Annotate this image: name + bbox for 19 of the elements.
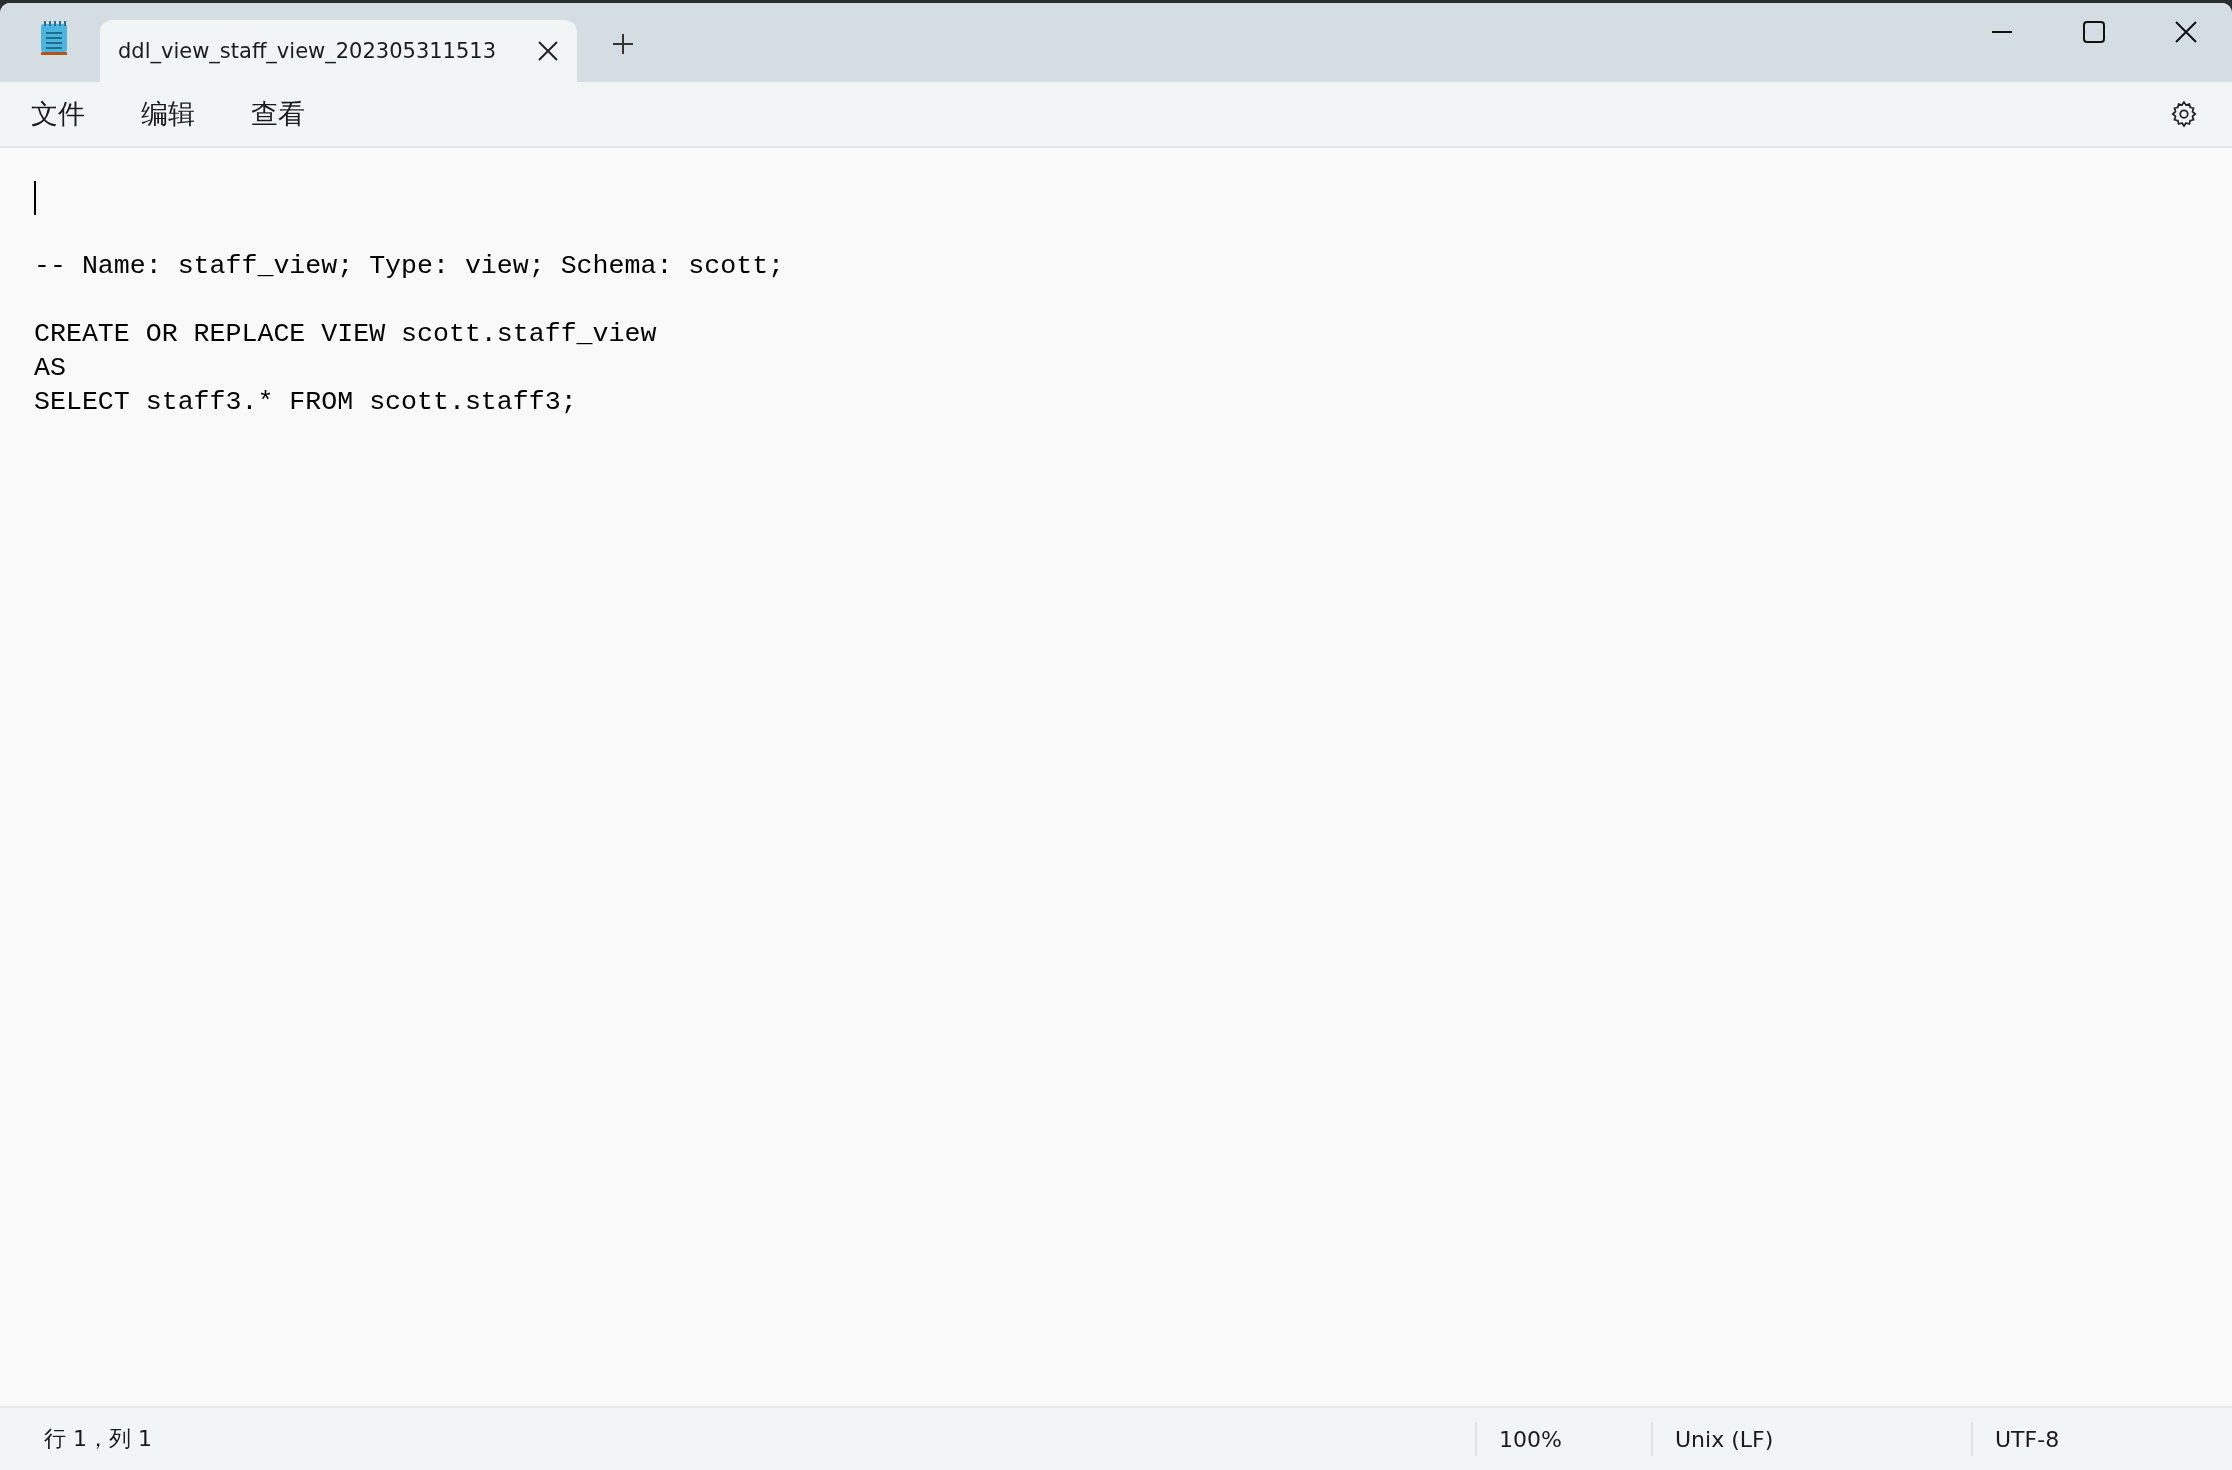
cursor-position: 行 1，列 1 [43,1425,153,1453]
code-line: -- Name: staff_view; Type: view; Schema: scott; [34,250,785,283]
plus-icon [612,33,634,55]
encoding: UTF-8 [1994,1426,2061,1452]
minimize-icon [1991,30,2013,34]
menu-item[interactable]: 编辑 [124,90,212,138]
code-line: CREATE OR REPLACE VIEW scott.staff_view [34,318,657,351]
maximize-icon [2083,21,2105,43]
zoom-level: 100% [1498,1426,1563,1452]
text-cursor [34,181,36,215]
code-line: SELECT staff3.* FROM scott.staff3; [34,386,577,419]
close-icon [2175,21,2197,43]
line-ending: Unix (LF) [1674,1426,1775,1452]
menu-item[interactable]: 查看 [234,90,322,138]
close-tab-button[interactable] [537,40,559,62]
notepad-icon [38,20,70,56]
document-tab[interactable]: ddl_view_staff_view_202305311513 [100,20,577,82]
code-line: AS [34,352,66,385]
menu-item[interactable]: 文件 [14,90,102,138]
